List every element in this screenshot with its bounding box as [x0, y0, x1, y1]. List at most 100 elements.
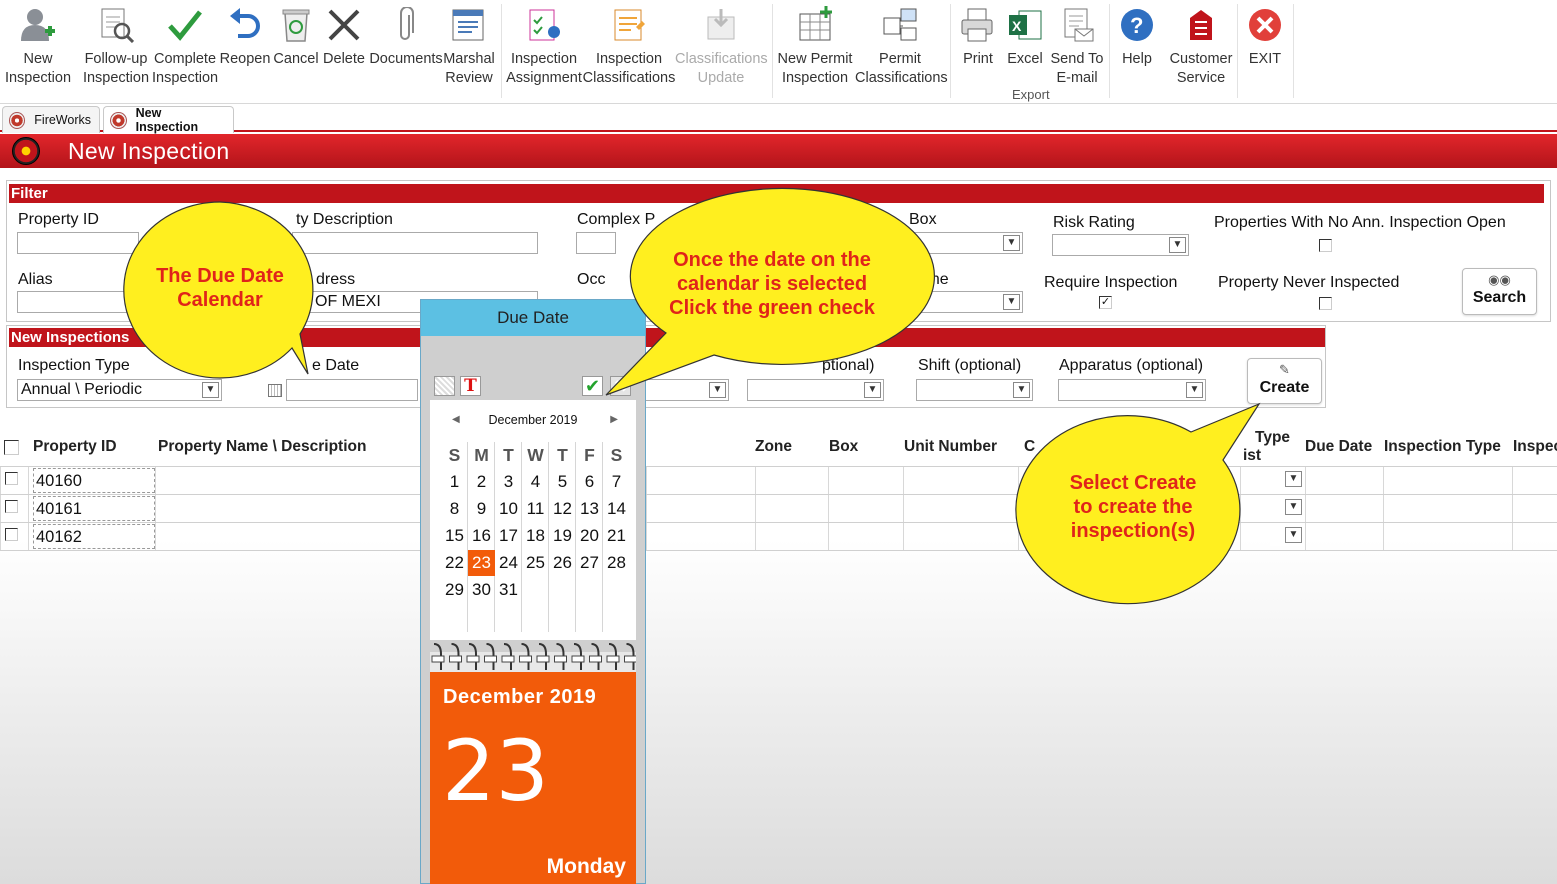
- column-header-inspector[interactable]: Inspec: [1513, 438, 1557, 456]
- calendar-day[interactable]: 1: [441, 469, 468, 495]
- row-checkbox[interactable]: [5, 528, 18, 541]
- calendar-day[interactable]: 16: [468, 523, 495, 549]
- calendar-day[interactable]: 24: [495, 550, 522, 576]
- chevron-down-icon[interactable]: ▼: [1285, 471, 1302, 487]
- ribbon-button-customer-service[interactable]: Customer Service: [1165, 0, 1237, 100]
- green-check-icon[interactable]: ✔: [582, 376, 603, 396]
- calendar-day[interactable]: 26: [549, 550, 576, 576]
- no-annual-inspection-checkbox[interactable]: [1319, 239, 1332, 252]
- calendar-day[interactable]: 30: [468, 577, 495, 603]
- chevron-down-icon[interactable]: ▼: [1186, 382, 1203, 398]
- table-cell: [1512, 523, 1513, 550]
- calendar-day[interactable]: 31: [495, 577, 522, 603]
- calendar-day-selected[interactable]: 23: [468, 550, 495, 576]
- calendar-day[interactable]: 14: [603, 496, 630, 522]
- ribbon-button-follow-up-inspection[interactable]: Follow-up Inspection: [78, 0, 154, 100]
- calendar-day[interactable]: 19: [549, 523, 576, 549]
- chevron-down-icon[interactable]: ▼: [1169, 237, 1186, 253]
- row-type-select[interactable]: ▼: [1270, 497, 1304, 518]
- ribbon-button-print[interactable]: Print: [956, 0, 1000, 100]
- calendar-day[interactable]: 21: [603, 523, 630, 549]
- never-inspected-checkbox[interactable]: [1319, 297, 1332, 310]
- chevron-down-icon[interactable]: ▼: [1285, 499, 1302, 515]
- calendar-day[interactable]: 18: [522, 523, 549, 549]
- column-header-inspection-type[interactable]: Inspection Type: [1384, 438, 1501, 456]
- property-id-cell[interactable]: 40161: [33, 496, 155, 521]
- calendar-day[interactable]: 25: [522, 550, 549, 576]
- calendar-day[interactable]: 17: [495, 523, 522, 549]
- create-button[interactable]: ✎ Create: [1247, 358, 1322, 404]
- column-header-property-id[interactable]: Property ID: [33, 438, 117, 456]
- tab-fireworks[interactable]: FireWorks: [2, 106, 100, 133]
- calendar-day[interactable]: 12: [549, 496, 576, 522]
- column-header-zone[interactable]: Zone: [755, 438, 792, 456]
- calendar-day[interactable]: 20: [576, 523, 603, 549]
- ribbon-button-exit[interactable]: EXIT: [1241, 0, 1289, 100]
- property-id-cell[interactable]: 40160: [33, 468, 155, 493]
- calendar-day[interactable]: 29: [441, 577, 468, 603]
- calendar-day[interactable]: 11: [522, 496, 549, 522]
- calendar-day[interactable]: 13: [576, 496, 603, 522]
- calendar-day[interactable]: 6: [576, 469, 603, 495]
- property-id-input[interactable]: [17, 232, 139, 254]
- property-description-input[interactable]: [292, 232, 538, 254]
- calendar-day[interactable]: 7: [603, 469, 630, 495]
- shift-select[interactable]: ▼: [916, 379, 1033, 401]
- row-type-select[interactable]: ▼: [1270, 525, 1304, 546]
- search-button[interactable]: ◉◉ Search: [1462, 268, 1537, 315]
- chevron-down-icon[interactable]: ▼: [1003, 294, 1020, 310]
- calendar-day[interactable]: 9: [468, 496, 495, 522]
- calendar-day[interactable]: 5: [549, 469, 576, 495]
- today-t-icon[interactable]: T: [460, 376, 481, 396]
- ribbon-button-delete[interactable]: Delete: [320, 0, 368, 100]
- ribbon-button-new-permit-inspection[interactable]: New Permit Inspection: [774, 0, 856, 100]
- ribbon-button-excel[interactable]: X Excel: [1003, 0, 1047, 100]
- tab-new-inspection[interactable]: New Inspection: [103, 106, 234, 134]
- table-row[interactable]: 40162 ▼: [0, 522, 1557, 550]
- property-id-cell[interactable]: 40162: [33, 524, 155, 549]
- column-header-box[interactable]: Box: [829, 438, 858, 456]
- shift-label: Shift (optional): [918, 357, 1022, 374]
- calendar-day[interactable]: 4: [522, 469, 549, 495]
- ribbon-button-marshal-review[interactable]: Marshal Review: [441, 0, 497, 100]
- calendar-day[interactable]: 28: [603, 550, 630, 576]
- next-month-icon[interactable]: ▶: [610, 400, 618, 440]
- ribbon-button-send-to-e-mail[interactable]: Send To E-mail: [1047, 0, 1107, 100]
- ribbon-button-classifications-update[interactable]: Classifications Update: [675, 0, 768, 100]
- ribbon-button-cancel[interactable]: Cancel: [272, 0, 320, 100]
- calendar-day[interactable]: 2: [468, 469, 495, 495]
- calendar-day[interactable]: 22: [441, 550, 468, 576]
- alias-input[interactable]: [17, 291, 139, 313]
- ribbon-button-inspection-assignment[interactable]: Inspection Assignment: [504, 0, 584, 100]
- column-header-property-name[interactable]: Property Name \ Description: [158, 438, 366, 456]
- row-checkbox[interactable]: [5, 472, 18, 485]
- require-inspection-checkbox[interactable]: ✓: [1099, 296, 1112, 309]
- chevron-down-icon[interactable]: ▼: [1285, 527, 1302, 543]
- row-checkbox[interactable]: [5, 500, 18, 513]
- chevron-down-icon[interactable]: ▼: [1003, 235, 1020, 251]
- chevron-down-icon[interactable]: ▼: [1013, 382, 1030, 398]
- calendar-day[interactable]: 3: [495, 469, 522, 495]
- risk-rating-select[interactable]: ▼: [1052, 234, 1189, 256]
- column-header-unit-number[interactable]: Unit Number: [904, 438, 997, 456]
- ribbon-button-complete-inspection[interactable]: Complete Inspection: [152, 0, 218, 100]
- column-header-type[interactable]: Type: [1255, 429, 1290, 447]
- ribbon-button-new-inspection[interactable]: New Inspection: [0, 0, 76, 100]
- apparatus-select[interactable]: ▼: [1058, 379, 1206, 401]
- calendar-day[interactable]: 10: [495, 496, 522, 522]
- calendar-day[interactable]: 8: [441, 496, 468, 522]
- previous-month-icon[interactable]: ◀: [452, 400, 460, 440]
- clear-date-icon[interactable]: [434, 376, 455, 396]
- ribbon-button-inspection-classifications[interactable]: Inspection Classifications: [582, 0, 676, 100]
- table-row[interactable]: 40161 ▼: [0, 494, 1557, 522]
- row-type-select[interactable]: ▼: [1270, 469, 1304, 490]
- calendar-day[interactable]: 27: [576, 550, 603, 576]
- calendar-day[interactable]: 15: [441, 523, 468, 549]
- column-header-due-date[interactable]: Due Date: [1305, 438, 1372, 456]
- select-all-checkbox[interactable]: [4, 440, 19, 455]
- ribbon-button-help[interactable]: ? Help: [1115, 0, 1159, 100]
- ribbon-button-permit-classifications[interactable]: Permit Classifications: [855, 0, 948, 100]
- ribbon-button-documents[interactable]: Documents: [368, 0, 444, 100]
- table-row[interactable]: 40160 ▼: [0, 466, 1557, 494]
- ribbon-button-reopen[interactable]: Reopen: [218, 0, 272, 100]
